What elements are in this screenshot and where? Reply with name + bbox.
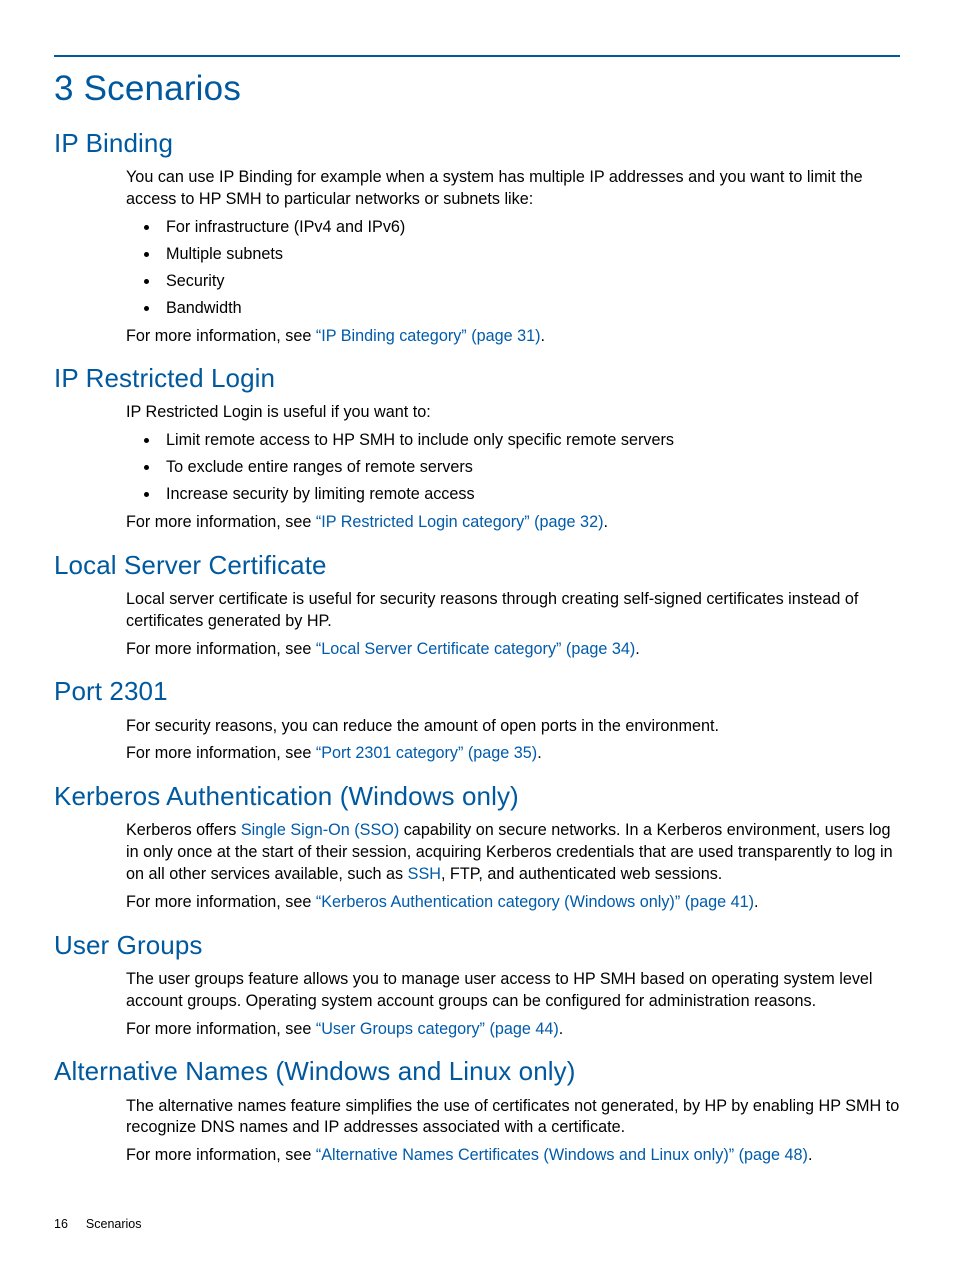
section-body-port-2301: For security reasons, you can reduce the…: [126, 716, 900, 766]
paragraph: For more information, see “Kerberos Auth…: [126, 892, 900, 914]
cross-reference-link[interactable]: “IP Binding category” (page 31): [316, 327, 541, 345]
section-body-local-cert: Local server certificate is useful for s…: [126, 589, 900, 661]
section-heading-ip-binding: IP Binding: [54, 126, 900, 161]
text: .: [537, 744, 542, 762]
glossary-link-sso[interactable]: Single Sign-On (SSO): [241, 821, 399, 839]
paragraph: You can use IP Binding for example when …: [126, 167, 900, 211]
text: .: [559, 1020, 564, 1038]
text: , FTP, and authenticated web sessions.: [441, 865, 722, 883]
section-heading-kerberos: Kerberos Authentication (Windows only): [54, 779, 900, 814]
section-heading-local-cert: Local Server Certificate: [54, 548, 900, 583]
text: For more information, see: [126, 1020, 316, 1038]
list-item: Limit remote access to HP SMH to include…: [160, 430, 900, 452]
text: For more information, see: [126, 893, 316, 911]
section-heading-ip-restricted: IP Restricted Login: [54, 361, 900, 396]
paragraph: For more information, see “IP Restricted…: [126, 512, 900, 534]
list-item: For infrastructure (IPv4 and IPv6): [160, 217, 900, 239]
cross-reference-link[interactable]: “IP Restricted Login category” (page 32): [316, 513, 604, 531]
text: For more information, see: [126, 640, 316, 658]
paragraph: For more information, see “IP Binding ca…: [126, 326, 900, 348]
text: For more information, see: [126, 1146, 316, 1164]
cross-reference-link[interactable]: “User Groups category” (page 44): [316, 1020, 559, 1038]
page-footer: 16 Scenarios: [54, 1216, 142, 1233]
paragraph: For security reasons, you can reduce the…: [126, 716, 900, 738]
section-body-ip-binding: You can use IP Binding for example when …: [126, 167, 900, 347]
text: .: [635, 640, 640, 658]
cross-reference-link[interactable]: “Alternative Names Certificates (Windows…: [316, 1146, 808, 1164]
glossary-link-ssh[interactable]: SSH: [408, 865, 441, 883]
section-body-alt-names: The alternative names feature simplifies…: [126, 1096, 900, 1168]
paragraph: The alternative names feature simplifies…: [126, 1096, 900, 1140]
text: Kerberos offers: [126, 821, 241, 839]
list-item: To exclude entire ranges of remote serve…: [160, 457, 900, 479]
cross-reference-link[interactable]: “Port 2301 category” (page 35): [316, 744, 537, 762]
paragraph: For more information, see “User Groups c…: [126, 1019, 900, 1041]
text: For more information, see: [126, 327, 316, 345]
list-item: Increase security by limiting remote acc…: [160, 484, 900, 506]
paragraph: For more information, see “Alternative N…: [126, 1145, 900, 1167]
cross-reference-link[interactable]: “Local Server Certificate category” (pag…: [316, 640, 635, 658]
bullet-list: For infrastructure (IPv4 and IPv6) Multi…: [126, 217, 900, 319]
list-item: Multiple subnets: [160, 244, 900, 266]
paragraph: For more information, see “Local Server …: [126, 639, 900, 661]
list-item: Security: [160, 271, 900, 293]
paragraph: For more information, see “Port 2301 cat…: [126, 743, 900, 765]
text: .: [603, 513, 608, 531]
section-body-ip-restricted: IP Restricted Login is useful if you wan…: [126, 402, 900, 533]
document-page: 3 Scenarios IP Binding You can use IP Bi…: [0, 0, 954, 1271]
text: For more information, see: [126, 513, 316, 531]
list-item: Bandwidth: [160, 298, 900, 320]
bullet-list: Limit remote access to HP SMH to include…: [126, 430, 900, 506]
page-number: 16: [54, 1217, 68, 1231]
footer-chapter-label: Scenarios: [86, 1217, 142, 1231]
paragraph: The user groups feature allows you to ma…: [126, 969, 900, 1013]
section-heading-user-groups: User Groups: [54, 928, 900, 963]
chapter-title: 3 Scenarios: [54, 55, 900, 112]
section-heading-alt-names: Alternative Names (Windows and Linux onl…: [54, 1054, 900, 1089]
section-body-kerberos: Kerberos offers Single Sign-On (SSO) cap…: [126, 820, 900, 913]
paragraph: IP Restricted Login is useful if you wan…: [126, 402, 900, 424]
cross-reference-link[interactable]: “Kerberos Authentication category (Windo…: [316, 893, 754, 911]
text: .: [541, 327, 546, 345]
text: .: [754, 893, 759, 911]
paragraph: Local server certificate is useful for s…: [126, 589, 900, 633]
section-body-user-groups: The user groups feature allows you to ma…: [126, 969, 900, 1041]
text: .: [808, 1146, 813, 1164]
text: For more information, see: [126, 744, 316, 762]
section-heading-port-2301: Port 2301: [54, 674, 900, 709]
paragraph: Kerberos offers Single Sign-On (SSO) cap…: [126, 820, 900, 886]
